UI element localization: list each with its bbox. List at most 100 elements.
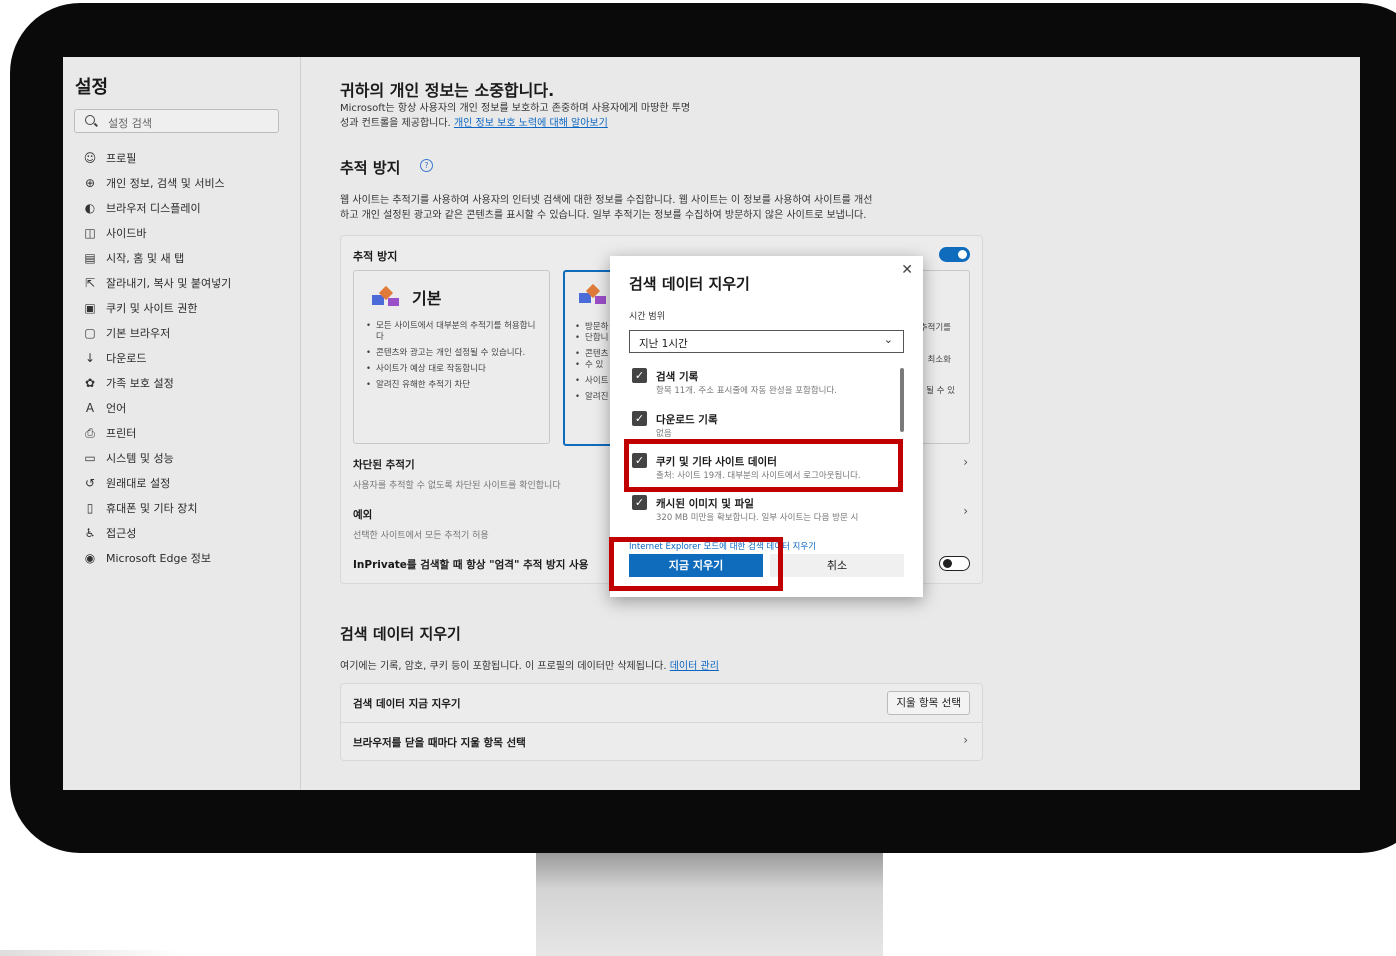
bullet: 콘텐츠와 광고는 개인 설정될 수 있습니다.	[366, 348, 541, 359]
item-sub: 없음	[656, 429, 672, 439]
settings-search-input[interactable]: 설정 검색	[74, 109, 279, 133]
tracking-title: 추적 방지	[340, 159, 401, 177]
balanced-shapes-icon	[579, 283, 609, 306]
search-icon	[85, 115, 95, 125]
tracking-description: 웹 사이트는 추적기를 사용하여 사용자의 인터넷 검색에 대한 정보를 수집합…	[340, 193, 980, 223]
clear-on-close-row[interactable]: 브라우저를 닫을 때마다 지울 항목 선택 ›	[341, 722, 982, 761]
monitor-base-shadow	[0, 950, 180, 956]
cookie-highlight-box	[624, 439, 903, 492]
reset-icon: ↺	[84, 475, 96, 490]
lock-icon: ⊕	[84, 175, 96, 190]
strict-fragment: 추적기를	[919, 323, 951, 333]
sidebar-item-cookies[interactable]: ▣ 쿠키 및 사이트 권한	[83, 295, 231, 320]
inprivate-toggle[interactable]	[939, 556, 970, 571]
time-range-label: 시간 범위	[629, 312, 665, 322]
item-sub: 320 MB 미만을 확보합니다. 일부 사이트는 다음 방문 시	[656, 513, 859, 523]
dialog-scrollbar[interactable]	[900, 368, 904, 432]
sidebar-item-sidebar[interactable]: ◫ 사이드바	[83, 220, 231, 245]
search-placeholder: 설정 검색	[108, 117, 152, 130]
tracking-desc-line2: 하고 개인 설정된 광고와 같은 콘텐츠를 표시할 수 있습니다. 일부 추적기…	[340, 210, 867, 221]
sidebar-item-accessibility[interactable]: ♿ 접근성	[83, 520, 231, 545]
sidebar-title: 설정	[75, 77, 109, 98]
sidebar-icon: ◫	[84, 225, 96, 240]
checkbox-cached-images[interactable]: ✓	[632, 495, 647, 510]
checkbox-browsing-history[interactable]: ✓	[632, 368, 647, 383]
privacy-title: 귀하의 개인 정보는 소중합니다.	[340, 81, 555, 100]
accessibility-icon: ♿	[84, 525, 96, 540]
sidebar-item-label: 프로필	[106, 151, 137, 165]
chevron-down-icon: ⌄	[883, 333, 893, 346]
item-title: 검색 기록	[656, 371, 699, 383]
clear-now-row: 검색 데이터 지금 지우기 지울 항목 선택	[341, 684, 982, 722]
printer-icon: ⎙	[85, 425, 95, 440]
bullet: 알려진 유해한 추적기 차단	[366, 380, 541, 391]
strict-fragment: 최소화	[927, 355, 951, 365]
sidebar-item-profile[interactable]: ☺ 프로필	[83, 145, 231, 170]
sidebar-item-label: 개인 정보, 검색 및 서비스	[106, 176, 225, 190]
sidebar-item-system[interactable]: ▭ 시스템 및 성능	[83, 445, 231, 470]
sidebar-item-label: 시스템 및 성능	[106, 451, 174, 465]
sidebar-item-label: 접근성	[106, 526, 137, 540]
chevron-right-icon[interactable]: ›	[963, 455, 968, 469]
clear-desc-text: 여기에는 기록, 암호, 쿠키 등이 포함됩니다. 이 프로필의 데이터만 삭제…	[340, 661, 667, 672]
manage-data-link[interactable]: 데이터 관리	[670, 661, 719, 672]
privacy-desc-line1: Microsoft는 항상 사용자의 개인 정보를 보호하고 존중하며 사용자에…	[340, 103, 691, 114]
clear-data-description: 여기에는 기록, 암호, 쿠키 등이 포함됩니다. 이 프로필의 데이터만 삭제…	[340, 657, 719, 672]
sidebar-item-about[interactable]: ◉ Microsoft Edge 정보	[83, 545, 231, 570]
toggle-knob	[958, 250, 967, 259]
clear-button-highlight-box	[609, 537, 783, 591]
sidebar-item-label: 다운로드	[106, 351, 147, 365]
bullet: 사이트가 예상 대로 작동합니다	[366, 364, 541, 375]
choose-items-button[interactable]: 지울 항목 선택	[887, 691, 970, 715]
system-icon: ▭	[84, 450, 96, 465]
cancel-button[interactable]: 취소	[770, 554, 904, 577]
item-title: 캐시된 이미지 및 파일	[656, 498, 754, 510]
tracking-toggle[interactable]	[939, 247, 970, 262]
clear-now-label: 검색 데이터 지금 지우기	[353, 698, 461, 710]
privacy-desc-line2: 성과 컨트롤을 제공합니다.	[340, 118, 451, 129]
item-sub: 항목 11개. 주소 표시줄에 자동 완성을 포함합니다.	[656, 386, 838, 396]
blocked-trackers-sub: 사용자를 추적할 수 없도록 차단된 사이트를 확인합니다	[353, 481, 561, 491]
sidebar-item-start-home[interactable]: ▤ 시작, 홈 및 새 탭	[83, 245, 231, 270]
tracking-option-basic[interactable]: 기본 모든 사이트에서 대부분의 추적기를 허용합니다 콘텐츠와 광고는 개인 …	[353, 270, 550, 444]
share-icon: ⇱	[84, 275, 96, 290]
language-icon: A	[85, 400, 95, 415]
sidebar-item-default-browser[interactable]: ▢ 기본 브라우저	[83, 320, 231, 345]
chevron-right-icon[interactable]: ›	[963, 733, 968, 747]
exceptions-title[interactable]: 예외	[353, 507, 372, 522]
option-title: 기본	[412, 289, 442, 308]
download-icon: ↓	[84, 350, 96, 365]
sidebar-item-phone[interactable]: ▯ 휴대폰 및 기타 장치	[83, 495, 231, 520]
cookie-icon: ▣	[84, 300, 96, 315]
help-icon[interactable]: ?	[420, 159, 433, 172]
sidebar-item-printer[interactable]: ⎙ 프린터	[83, 420, 231, 445]
sidebar-item-reset[interactable]: ↺ 원래대로 설정	[83, 470, 231, 495]
monitor-stand	[536, 853, 883, 956]
browser-icon: ▢	[84, 325, 96, 340]
tracking-desc-line1: 웹 사이트는 추적기를 사용하여 사용자의 인터넷 검색에 대한 정보를 수집합…	[340, 195, 873, 206]
sidebar-item-privacy[interactable]: ⊕ 개인 정보, 검색 및 서비스	[83, 170, 231, 195]
chevron-right-icon[interactable]: ›	[963, 504, 968, 518]
home-tab-icon: ▤	[84, 250, 96, 265]
family-icon: ✿	[84, 375, 96, 390]
sidebar-item-label: 브라우저 디스플레이	[106, 201, 201, 215]
privacy-learn-link[interactable]: 개인 정보 보호 노력에 대해 알아보기	[454, 118, 608, 129]
sidebar-item-share[interactable]: ⇱ 잘라내기, 복사 및 붙여넣기	[83, 270, 231, 295]
checkbox-download-history[interactable]: ✓	[632, 411, 647, 426]
item-title: 다운로드 기록	[656, 414, 718, 426]
sidebar-item-language[interactable]: A 언어	[83, 395, 231, 420]
toggle-knob	[943, 559, 952, 568]
dialog-title: 검색 데이터 지우기	[629, 275, 750, 293]
sidebar: 설정 설정 검색 ☺ 프로필 ⊕ 개인 정보, 검색 및 서비스 ◐ 브라우저 디스플…	[63, 57, 301, 790]
blocked-trackers-title[interactable]: 차단된 추적기	[353, 457, 415, 472]
sidebar-item-display[interactable]: ◐ 브라우저 디스플레이	[83, 195, 231, 220]
sidebar-item-downloads[interactable]: ↓ 다운로드	[83, 345, 231, 370]
tracking-card-label: 추적 방지	[353, 250, 398, 263]
time-range-select[interactable]: 지난 1시간 ⌄	[629, 330, 904, 353]
close-icon[interactable]: ✕	[901, 262, 913, 278]
time-range-value: 지난 1시간	[639, 338, 688, 350]
display-icon: ◐	[84, 200, 96, 215]
strict-fragment: 될 수 있	[926, 386, 955, 396]
sidebar-item-family[interactable]: ✿ 가족 보호 설정	[83, 370, 231, 395]
bullet: 모든 사이트에서 대부분의 추적기를 허용합니다	[366, 321, 541, 343]
